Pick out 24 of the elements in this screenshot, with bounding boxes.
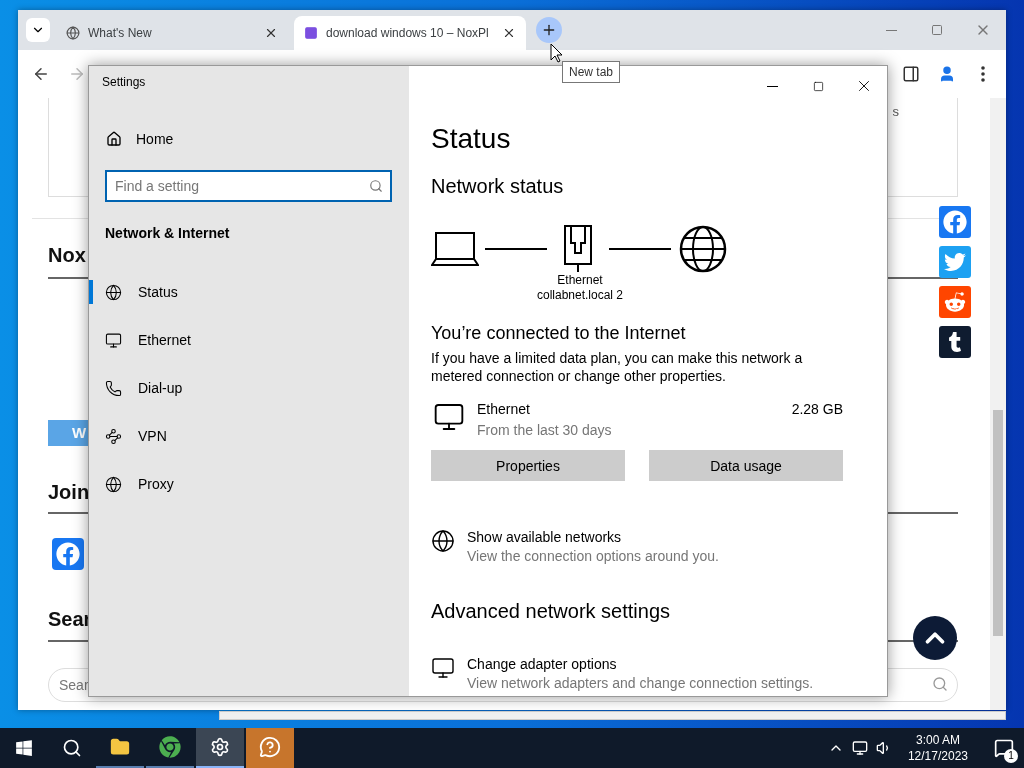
tab-title: What's New: [88, 26, 153, 40]
connection-heading: You’re connected to the Internet: [431, 322, 687, 344]
diagram-label: collabnet.local 2: [536, 288, 624, 303]
clock-time: 3:00 AM: [915, 732, 960, 748]
section-title: Network & Internet: [105, 224, 231, 242]
tab-title: download windows 10 – NoxPl: [326, 26, 490, 40]
adapter-subtitle: From the last 30 days: [477, 422, 613, 438]
section-heading: Advanced network settings: [431, 599, 672, 624]
notification-count: 1: [1004, 749, 1018, 763]
adapter-name: Ethernet: [477, 401, 531, 417]
data-usage-value: 2.28 GB: [791, 401, 843, 417]
clock-date: 12/17/2023: [907, 748, 968, 764]
link-description: View the connection options around you.: [467, 548, 719, 564]
section-heading: Sear: [48, 607, 92, 631]
page-title: Status: [431, 122, 512, 156]
section-heading: Join: [48, 480, 90, 504]
window-title: Settings: [101, 74, 147, 91]
tooltip: New tab: [562, 61, 621, 83]
link-description: View network adapters and change connection settings.: [467, 675, 814, 691]
section-heading: Network status: [431, 174, 565, 199]
card-text: s: [892, 104, 899, 121]
section-heading: Nox: [48, 243, 86, 267]
description-text: If you have a limited data plan, you can make this network a metered connection or change other properties.: [431, 349, 804, 385]
diagram-label: Ethernet: [557, 273, 603, 288]
